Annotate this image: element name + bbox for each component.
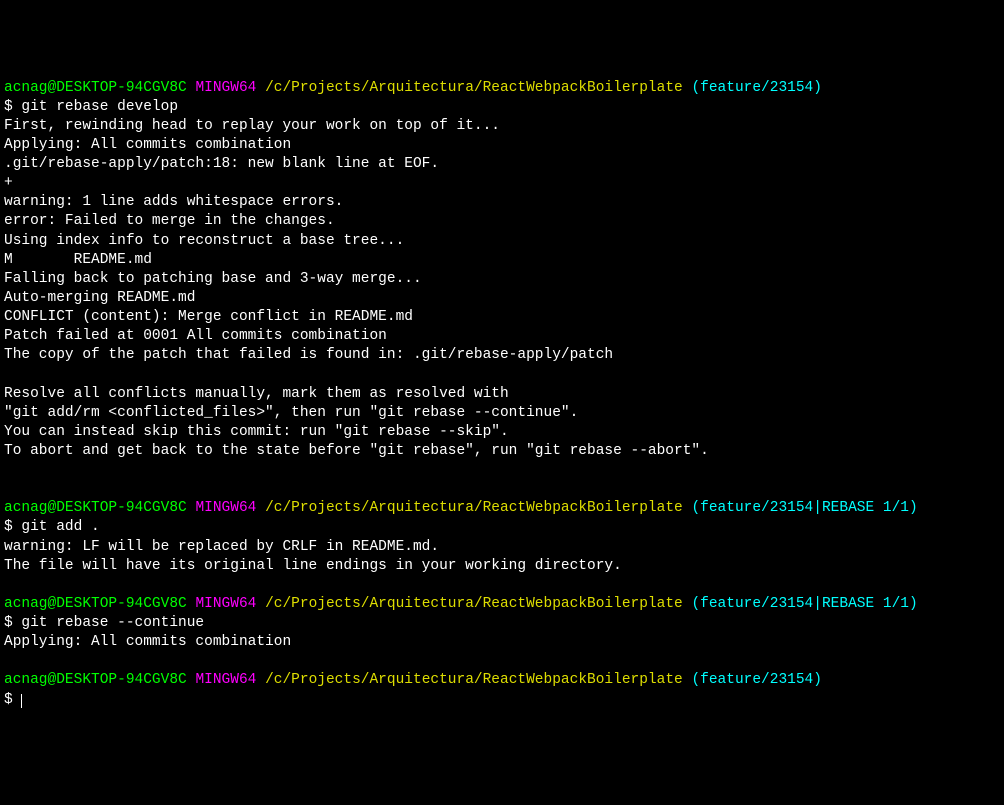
output-line: The copy of the patch that failed is fou… xyxy=(4,346,1000,365)
prompt-line: acnag@DESKTOP-94CGV8C MINGW64 /c/Project… xyxy=(4,595,1000,614)
prompt-line: acnag@DESKTOP-94CGV8C MINGW64 /c/Project… xyxy=(4,499,1000,518)
output-line xyxy=(4,576,1000,595)
working-directory: /c/Projects/Arquitectura/ReactWebpackBoi… xyxy=(265,672,683,688)
git-branch: (feature/23154) xyxy=(691,672,822,688)
user-host: acnag@DESKTOP-94CGV8C xyxy=(4,596,187,612)
user-host: acnag@DESKTOP-94CGV8C xyxy=(4,500,187,516)
output-line: Patch failed at 0001 All commits combina… xyxy=(4,327,1000,346)
command-line[interactable]: $ git rebase develop xyxy=(4,98,1000,117)
output-line: Applying: All commits combination xyxy=(4,136,1000,155)
shell-env: MINGW64 xyxy=(195,500,256,516)
output-line xyxy=(4,365,1000,384)
output-line: To abort and get back to the state befor… xyxy=(4,442,1000,461)
command-text: git add . xyxy=(21,519,99,535)
output-line: Auto-merging README.md xyxy=(4,289,1000,308)
output-line: warning: 1 line adds whitespace errors. xyxy=(4,193,1000,212)
output-line: The file will have its original line end… xyxy=(4,557,1000,576)
prompt-line: acnag@DESKTOP-94CGV8C MINGW64 /c/Project… xyxy=(4,79,1000,98)
output-line: Using index info to reconstruct a base t… xyxy=(4,232,1000,251)
git-branch: (feature/23154|REBASE 1/1) xyxy=(691,500,917,516)
prompt-line: acnag@DESKTOP-94CGV8C MINGW64 /c/Project… xyxy=(4,671,1000,690)
terminal-window[interactable]: acnag@DESKTOP-94CGV8C MINGW64 /c/Project… xyxy=(4,79,1000,710)
output-line: "git add/rm <conflicted_files>", then ru… xyxy=(4,404,1000,423)
working-directory: /c/Projects/Arquitectura/ReactWebpackBoi… xyxy=(265,596,683,612)
output-line: + xyxy=(4,174,1000,193)
output-line xyxy=(4,461,1000,480)
command-line[interactable]: $ git rebase --continue xyxy=(4,614,1000,633)
output-line: .git/rebase-apply/patch:18: new blank li… xyxy=(4,155,1000,174)
shell-env: MINGW64 xyxy=(195,596,256,612)
git-branch: (feature/23154) xyxy=(691,80,822,96)
command-line[interactable]: $ xyxy=(4,691,1000,710)
output-line xyxy=(4,480,1000,499)
output-line: M README.md xyxy=(4,251,1000,270)
output-line: Resolve all conflicts manually, mark the… xyxy=(4,385,1000,404)
output-line: error: Failed to merge in the changes. xyxy=(4,212,1000,231)
output-line: CONFLICT (content): Merge conflict in RE… xyxy=(4,308,1000,327)
prompt-symbol: $ xyxy=(4,692,21,708)
prompt-symbol: $ xyxy=(4,99,21,115)
command-text: git rebase --continue xyxy=(21,615,204,631)
output-line xyxy=(4,652,1000,671)
git-branch: (feature/23154|REBASE 1/1) xyxy=(691,596,917,612)
working-directory: /c/Projects/Arquitectura/ReactWebpackBoi… xyxy=(265,500,683,516)
working-directory: /c/Projects/Arquitectura/ReactWebpackBoi… xyxy=(265,80,683,96)
user-host: acnag@DESKTOP-94CGV8C xyxy=(4,80,187,96)
output-line: warning: LF will be replaced by CRLF in … xyxy=(4,538,1000,557)
cursor xyxy=(21,694,22,708)
command-text: git rebase develop xyxy=(21,99,178,115)
output-line: Falling back to patching base and 3-way … xyxy=(4,270,1000,289)
user-host: acnag@DESKTOP-94CGV8C xyxy=(4,672,187,688)
prompt-symbol: $ xyxy=(4,519,21,535)
output-line: First, rewinding head to replay your wor… xyxy=(4,117,1000,136)
command-line[interactable]: $ git add . xyxy=(4,518,1000,537)
shell-env: MINGW64 xyxy=(195,80,256,96)
output-line: Applying: All commits combination xyxy=(4,633,1000,652)
output-line: You can instead skip this commit: run "g… xyxy=(4,423,1000,442)
prompt-symbol: $ xyxy=(4,615,21,631)
shell-env: MINGW64 xyxy=(195,672,256,688)
